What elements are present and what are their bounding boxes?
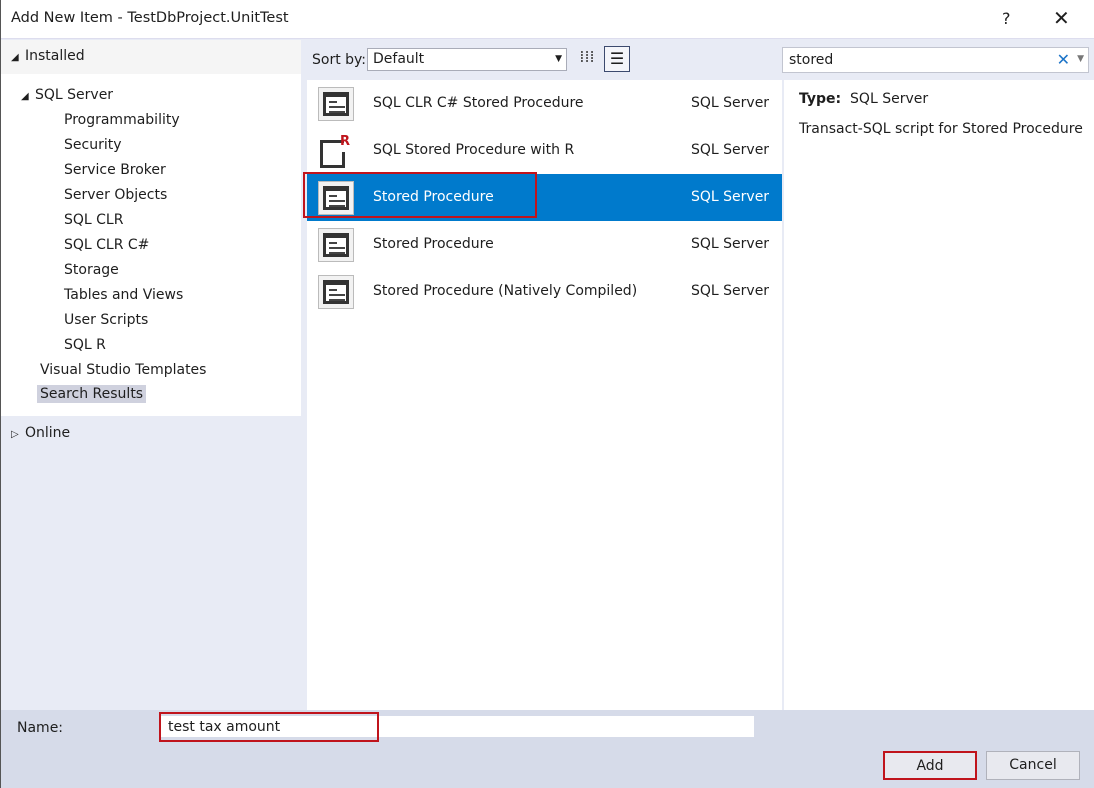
list-item[interactable]: Stored Procedure SQL Server [307, 221, 782, 268]
tree-item[interactable]: Programmability [64, 112, 180, 128]
tree-label: Online [25, 425, 71, 441]
template-tree: ◢ SQL Server Programmability Security Ser… [1, 74, 301, 416]
chevron-down-icon[interactable]: ▼ [1077, 54, 1084, 64]
chevron-down-icon: ▼ [555, 54, 562, 64]
script-icon [318, 275, 354, 309]
sort-select[interactable]: Default ▼ [367, 48, 567, 71]
item-type: SQL Server [691, 236, 770, 252]
item-name: SQL CLR C# Stored Procedure [373, 95, 584, 111]
list-view-icon[interactable]: ☰ [604, 46, 630, 72]
name-value[interactable]: test tax amount [159, 712, 379, 742]
window-title: Add New Item - TestDbProject.UnitTest [11, 10, 289, 26]
detail-pane: Type: SQL Server Transact-SQL script for… [784, 80, 1094, 710]
cancel-button[interactable]: Cancel [986, 751, 1080, 780]
add-button[interactable]: Add [883, 751, 977, 780]
tree-item-sql-server[interactable]: ◢ SQL Server [21, 87, 113, 103]
tree-label: SQL Server [35, 87, 114, 103]
tree-item-online[interactable]: ▷ Online [11, 425, 70, 441]
item-type: SQL Server [691, 142, 770, 158]
detail-type: Type: SQL Server [799, 91, 928, 107]
search-value: stored [789, 52, 834, 68]
tree-item[interactable]: Storage [64, 262, 119, 278]
type-label: Type: [799, 91, 842, 107]
list-item[interactable]: SQL CLR C# Stored Procedure SQL Server [307, 80, 782, 127]
highlight-box [303, 172, 537, 218]
footer: Name: test tax amount Add Cancel [1, 710, 1094, 788]
r-script-icon: R [318, 134, 354, 168]
tree-item[interactable]: SQL CLR [64, 212, 123, 228]
tree-item[interactable]: SQL CLR C# [64, 237, 149, 253]
tree-item[interactable]: Tables and Views [64, 287, 183, 303]
tree-item[interactable]: Server Objects [64, 187, 167, 203]
title-bar: Add New Item - TestDbProject.UnitTest ? … [1, 0, 1094, 39]
close-button[interactable]: ✕ [1053, 6, 1070, 30]
script-icon [318, 87, 354, 121]
item-name: SQL Stored Procedure with R [373, 142, 575, 158]
tree-item[interactable]: User Scripts [64, 312, 148, 328]
script-icon [318, 228, 354, 262]
tree-item-search-results[interactable]: Search Results [37, 385, 147, 403]
detail-description: Transact-SQL script for Stored Procedure [799, 121, 1083, 137]
sort-value: Default [373, 51, 425, 67]
collapse-icon: ◢ [11, 52, 19, 63]
list-item[interactable]: Stored Procedure (Natively Compiled) SQL … [307, 268, 782, 315]
grid-view-icon[interactable]: ⁞⁞⁞ [575, 47, 599, 71]
item-name: Stored Procedure (Natively Compiled) [373, 283, 638, 299]
item-name: Stored Procedure [373, 236, 494, 252]
help-button[interactable]: ? [1002, 9, 1011, 28]
tree-item[interactable]: Service Broker [64, 162, 166, 178]
sort-label: Sort by: [312, 52, 367, 68]
list-item[interactable]: R SQL Stored Procedure with R SQL Server [307, 127, 782, 174]
collapse-icon: ◢ [21, 91, 29, 102]
item-type: SQL Server [691, 95, 770, 111]
search-input[interactable]: stored ✕ ▼ [782, 47, 1089, 73]
installed-label: Installed [25, 48, 85, 64]
installed-header[interactable]: ◢ Installed [1, 40, 301, 74]
clear-search-icon[interactable]: ✕ [1057, 50, 1070, 69]
item-type: SQL Server [691, 189, 770, 205]
tree-item-vs-templates[interactable]: Visual Studio Templates [40, 362, 206, 378]
expand-icon: ▷ [11, 429, 19, 440]
tree-item[interactable]: Security [64, 137, 122, 153]
name-label: Name: [17, 720, 64, 736]
item-type: SQL Server [691, 283, 770, 299]
type-value: SQL Server [850, 91, 929, 107]
tree-item[interactable]: SQL R [64, 337, 106, 353]
